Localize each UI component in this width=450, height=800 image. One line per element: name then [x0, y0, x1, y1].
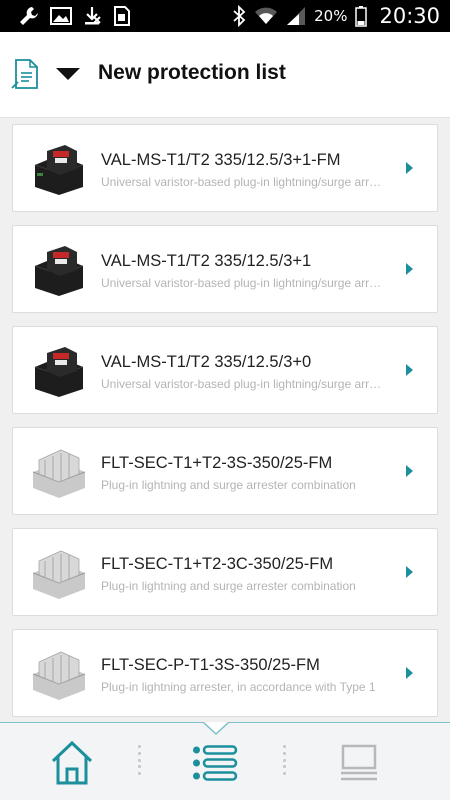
nav-list-button[interactable] — [187, 737, 243, 789]
chevron-right-icon — [406, 162, 413, 174]
product-name: VAL-MS-T1/T2 335/12.5/3+1 — [101, 252, 312, 270]
product-description: Universal varistor-based plug-in lightni… — [101, 175, 383, 189]
list-item[interactable]: VAL-MS-T1/T2 335/12.5/3+1-FM Universal v… — [12, 124, 438, 212]
clock: 20:30 — [379, 4, 440, 28]
product-description: Plug-in lightning and surge arrester com… — [101, 579, 356, 593]
bluetooth-icon — [233, 5, 246, 27]
battery-percent: 20% — [314, 7, 348, 25]
chevron-right-icon — [406, 465, 413, 477]
product-list[interactable]: VAL-MS-T1/T2 335/12.5/3+1-FM Universal v… — [0, 118, 450, 722]
bottom-nav — [0, 722, 450, 800]
product-description: Universal varistor-based plug-in lightni… — [101, 377, 383, 391]
active-indicator — [203, 722, 229, 736]
gray-arrester-image — [32, 550, 86, 599]
chevron-right-icon — [406, 667, 413, 679]
chevron-right-icon — [406, 566, 413, 578]
download-off-icon — [85, 7, 101, 25]
battery-icon — [355, 6, 368, 27]
signal-icon — [287, 7, 306, 25]
product-name: VAL-MS-T1/T2 335/12.5/3+0 — [101, 353, 312, 371]
wrench-icon — [20, 7, 38, 25]
sim-icon — [114, 6, 130, 26]
app-header: New protection list — [0, 32, 450, 118]
product-name: FLT-SEC-T1+T2-3C-350/25-FM — [101, 555, 334, 573]
document-list-icon[interactable] — [10, 58, 40, 90]
home-icon — [51, 740, 93, 785]
list-item[interactable]: VAL-MS-T1/T2 335/12.5/3+1 Universal vari… — [12, 225, 438, 313]
product-name: FLT-SEC-P-T1-3S-350/25-FM — [101, 656, 320, 674]
list-item[interactable]: VAL-MS-T1/T2 335/12.5/3+0 Universal vari… — [12, 326, 438, 414]
wifi-icon — [255, 7, 278, 24]
nav-screen-button[interactable] — [331, 737, 387, 789]
product-name: FLT-SEC-T1+T2-3S-350/25-FM — [101, 454, 333, 472]
chevron-right-icon — [406, 364, 413, 376]
divider-dots — [138, 745, 142, 775]
chevron-right-icon — [406, 263, 413, 275]
product-description: Plug-in lightning and surge arrester com… — [101, 478, 356, 492]
gray-arrester-image — [32, 651, 86, 700]
product-name: VAL-MS-T1/T2 335/12.5/3+1-FM — [101, 151, 341, 169]
list-icon — [193, 745, 238, 781]
status-bar: 20% 20:30 — [0, 0, 450, 32]
gray-arrester-image — [32, 449, 86, 498]
list-item[interactable]: FLT-SEC-T1+T2-3C-350/25-FM Plug-in light… — [12, 528, 438, 616]
black-arrester-image — [34, 145, 84, 195]
image-icon — [50, 7, 72, 25]
list-item[interactable]: FLT-SEC-P-T1-3S-350/25-FM Plug-in lightn… — [12, 629, 438, 717]
black-arrester-image — [34, 246, 84, 296]
system-icons: 20% 20:30 — [232, 0, 440, 32]
divider-dots — [283, 745, 287, 775]
black-arrester-image — [34, 347, 84, 397]
product-description: Plug-in lightning arrester, in accordanc… — [101, 680, 376, 694]
screen-icon — [341, 744, 377, 781]
notification-icons — [0, 5, 132, 27]
page-title[interactable]: New protection list — [98, 61, 286, 85]
nav-home-button[interactable] — [44, 737, 100, 789]
caret-down-icon[interactable] — [56, 68, 80, 80]
list-item[interactable]: FLT-SEC-T1+T2-3S-350/25-FM Plug-in light… — [12, 427, 438, 515]
product-description: Universal varistor-based plug-in lightni… — [101, 276, 383, 290]
